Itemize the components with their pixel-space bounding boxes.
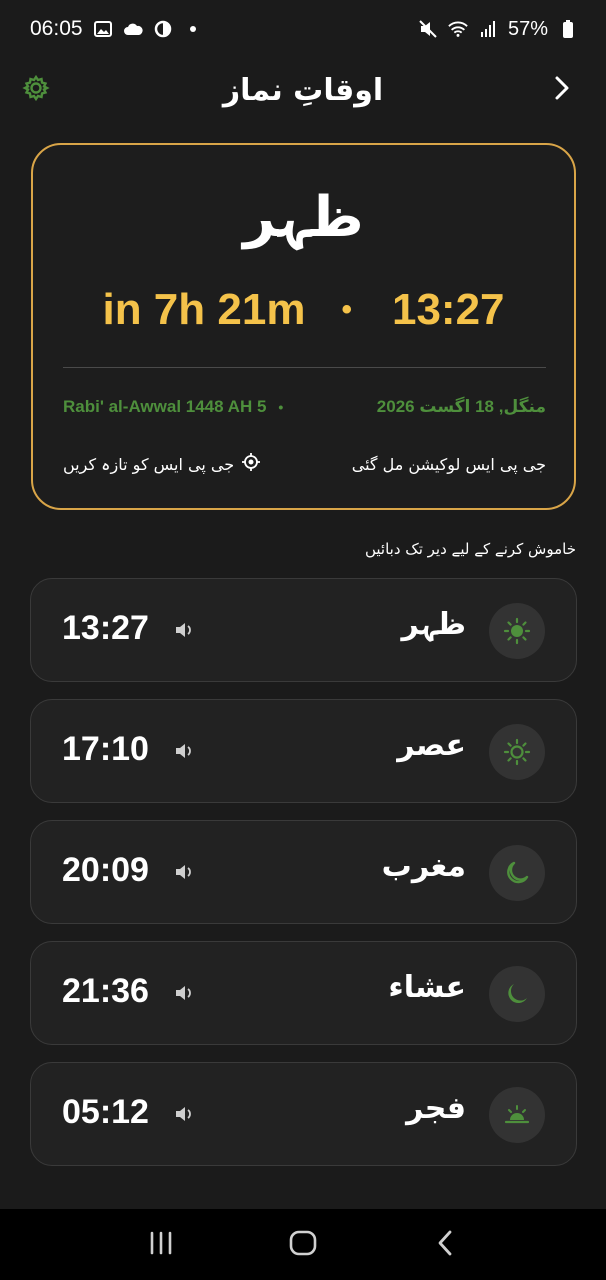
home-button[interactable] — [283, 1225, 323, 1265]
sunrise-icon — [489, 1087, 545, 1143]
hijri-date: Rabi' al-Awwal 1448 AH 5 — [63, 397, 267, 416]
sun-icon — [489, 603, 545, 659]
prayer-time: 13:27 — [62, 609, 149, 647]
next-prayer-remaining: in 7h 21m — [102, 285, 306, 334]
sun-outline-icon — [489, 724, 545, 780]
prayer-time: 17:10 — [62, 730, 149, 768]
home-icon — [289, 1230, 317, 1260]
system-nav-bar — [0, 1209, 606, 1280]
gear-icon — [22, 74, 50, 106]
status-bar: 06:05 57% — [0, 0, 606, 58]
page-title: اوقاتِ نماز — [222, 72, 384, 108]
prayer-time: 21:36 — [62, 972, 149, 1010]
date-row: Rabi' al-Awwal 1448 AH 5 • منگل, 18 اگست… — [63, 397, 546, 417]
forward-button[interactable] — [546, 74, 578, 106]
image-icon — [93, 19, 113, 39]
battery-percent: 57% — [507, 17, 548, 40]
battery-icon — [558, 19, 578, 39]
status-left: 06:05 — [30, 17, 203, 41]
refresh-gps-label: جی پی ایس کو تازہ کریں — [63, 454, 235, 474]
app-header: اوقاتِ نماز — [0, 62, 606, 118]
hijri-date-group: Rabi' al-Awwal 1448 AH 5 • — [63, 397, 283, 417]
prayer-row-fajr[interactable]: 05:12 فجر — [30, 1062, 577, 1166]
prayer-name: فجر — [406, 1091, 466, 1126]
prayer-name: ظہر — [401, 607, 467, 642]
speaker-icon[interactable] — [173, 982, 195, 1004]
recents-button[interactable] — [141, 1225, 181, 1265]
prayer-list: 13:27 ظہر 17:10 عصر 20:09 مغرب 21:36 عشا… — [30, 578, 577, 1183]
next-prayer-name: ظہر — [243, 185, 364, 250]
back-nav-button[interactable] — [425, 1225, 465, 1265]
moon-outline-icon — [489, 845, 545, 901]
status-time: 06:05 — [30, 17, 83, 40]
separator-dot: • — [341, 293, 352, 326]
prayer-name: مغرب — [381, 849, 466, 884]
speaker-icon[interactable] — [173, 740, 195, 762]
prayer-row-asr[interactable]: 17:10 عصر — [30, 699, 577, 803]
prayer-time: 20:09 — [62, 851, 149, 889]
recents-icon — [147, 1231, 175, 1259]
prayer-row-isha[interactable]: 21:36 عشاء — [30, 941, 577, 1045]
prayer-name: عشاء — [388, 970, 466, 1005]
status-right: 57% — [418, 18, 578, 41]
cloud-icon — [123, 19, 143, 39]
speaker-icon[interactable] — [173, 619, 195, 641]
back-nav-icon — [435, 1229, 455, 1261]
refresh-gps-button[interactable]: جی پی ایس کو تازہ کریں — [63, 453, 261, 475]
prayer-time: 05:12 — [62, 1093, 149, 1131]
moon-filled-icon — [489, 966, 545, 1022]
signal-icon — [478, 19, 498, 39]
settings-button[interactable] — [20, 74, 52, 106]
prayer-row-zuhr[interactable]: 13:27 ظہر — [30, 578, 577, 682]
speaker-icon[interactable] — [173, 1103, 195, 1125]
mute-icon — [418, 19, 438, 39]
next-prayer-card: ظہر in 7h 21m • 13:27 Rabi' al-Awwal 144… — [31, 143, 576, 510]
gps-target-icon — [242, 453, 261, 475]
card-divider — [63, 367, 546, 368]
gregorian-date: منگل, 18 اگست 2026 — [376, 397, 546, 416]
chevron-right-icon — [552, 75, 572, 105]
dot-icon — [183, 19, 203, 39]
wifi-icon — [448, 19, 468, 39]
prayer-row-maghrib[interactable]: 20:09 مغرب — [30, 820, 577, 924]
long-press-hint: خاموش کرنے کے لیے دیر تک دبائیں — [364, 540, 576, 558]
brightness-icon — [153, 19, 173, 39]
speaker-icon[interactable] — [173, 861, 195, 883]
location-row: جی پی ایس کو تازہ کریں جی پی ایس لوکیشن … — [63, 453, 546, 475]
gps-status: جی پی ایس لوکیشن مل گئی — [351, 454, 546, 474]
next-prayer-time: 13:27 — [391, 285, 505, 334]
next-prayer-time-row: in 7h 21m • 13:27 — [33, 285, 574, 335]
date-separator: • — [278, 399, 284, 415]
prayer-name: عصر — [397, 728, 466, 763]
